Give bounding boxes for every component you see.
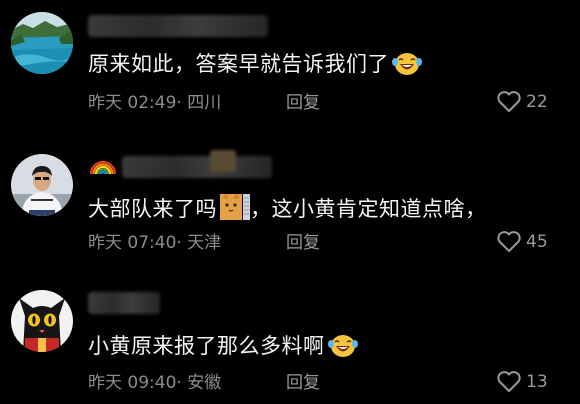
person-photo-avatar[interactable] — [11, 154, 73, 216]
reply-button[interactable]: 回复 — [286, 92, 320, 114]
comment-item: 大部队来了吗 ，这小黄肯定知道点啥， 昨天 07:40· 天津 回复 45 — [0, 140, 580, 270]
comment-text: 小黄原来报了那么多料啊 — [88, 332, 358, 366]
comment-location: · 四川 — [176, 93, 222, 113]
heart-icon — [497, 91, 521, 112]
comment-item: 小黄原来报了那么多料啊 昨天 09:40· 安徽 回复 13 — [0, 280, 580, 404]
comment-text-before: 大部队来了吗 — [88, 197, 217, 221]
comment-location: · 天津 — [176, 233, 222, 253]
comment-time: 昨天 09:40 — [88, 373, 177, 393]
blurred-username[interactable] — [88, 15, 268, 37]
comment-meta: 昨天 02:49· 四川 — [88, 92, 221, 114]
comment-text: 大部队来了吗 ，这小黄肯定知道点啥， — [88, 192, 487, 229]
like-count: 45 — [526, 232, 548, 252]
black-cat-avatar[interactable] — [11, 290, 73, 352]
comment-text-body: 小黄原来报了那么多料啊 — [88, 334, 325, 358]
like-button[interactable]: 45 — [496, 230, 548, 254]
comment-text-body: 原来如此，答案早就告诉我们了 — [88, 52, 389, 76]
like-count: 22 — [526, 92, 548, 112]
cat-sticker-icon — [220, 192, 250, 229]
lake-landscape-avatar[interactable] — [11, 12, 73, 74]
laughing-tears-emoji-icon — [392, 51, 422, 84]
like-count: 13 — [526, 372, 548, 392]
comment-time: 昨天 07:40 — [88, 233, 177, 253]
blurred-badge — [210, 150, 236, 172]
heart-icon — [497, 231, 521, 252]
comment-meta: 昨天 09:40· 安徽 — [88, 372, 221, 394]
like-button[interactable]: 22 — [496, 90, 548, 114]
comment-time: 昨天 02:49 — [88, 93, 177, 113]
laughing-tears-emoji-icon — [327, 333, 358, 366]
like-button[interactable]: 13 — [496, 370, 548, 394]
blurred-username[interactable] — [122, 156, 272, 178]
blurred-username[interactable] — [88, 292, 160, 314]
reply-button[interactable]: 回复 — [286, 232, 320, 254]
comment-item: 原来如此，答案早就告诉我们了 昨天 02:49· 四川 回复 22 — [0, 0, 580, 130]
comment-meta: 昨天 07:40· 天津 — [88, 232, 221, 254]
heart-icon — [497, 371, 521, 392]
comment-location: · 安徽 — [176, 373, 222, 393]
comment-text-after: ，这小黄肯定知道点啥， — [250, 197, 487, 221]
comment-text: 原来如此，答案早就告诉我们了 — [88, 50, 422, 84]
rainbow-icon — [88, 154, 118, 180]
reply-button[interactable]: 回复 — [286, 372, 320, 394]
